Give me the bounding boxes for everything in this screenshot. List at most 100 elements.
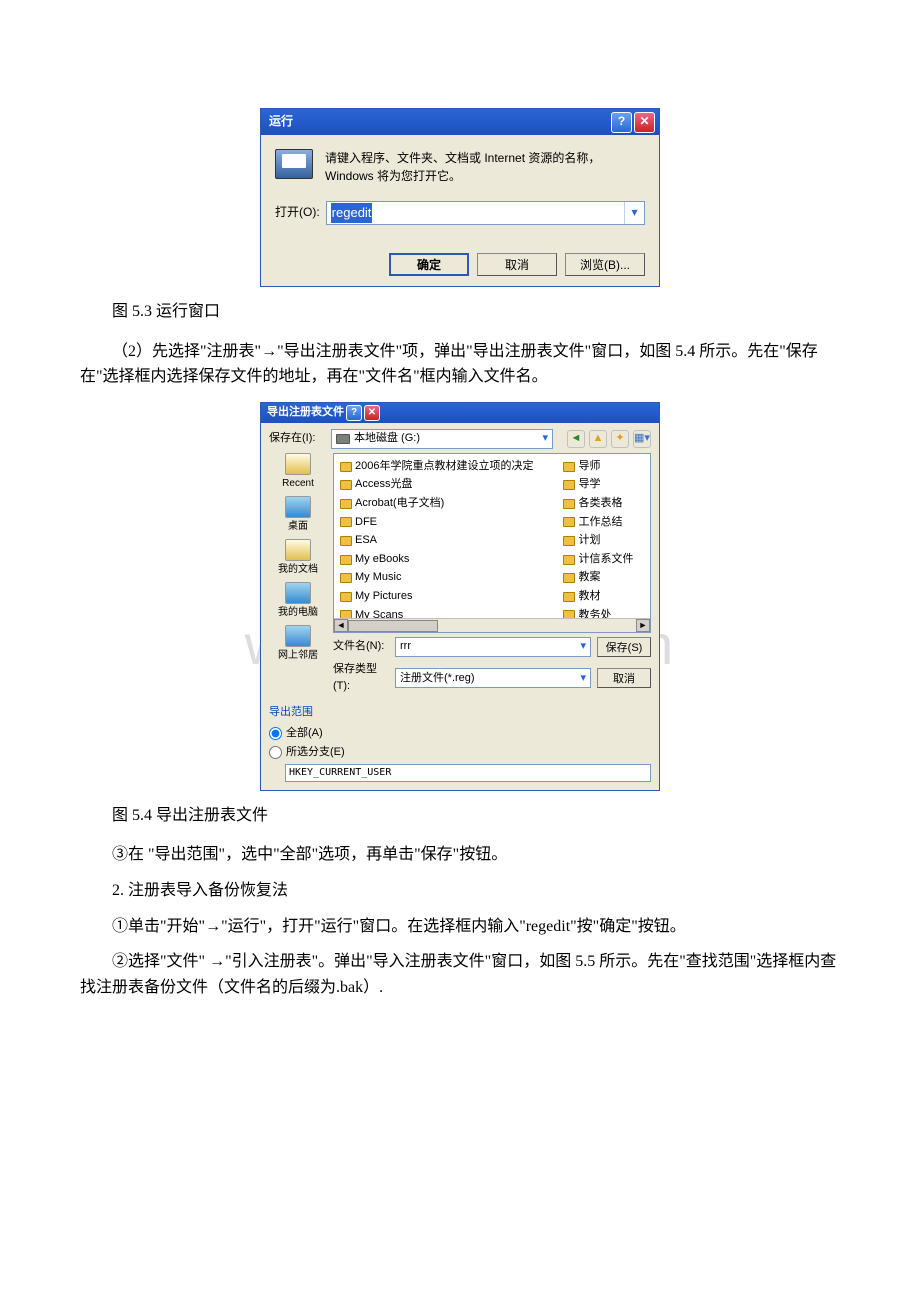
list-item[interactable]: 计划 bbox=[563, 532, 651, 550]
range-all-radio[interactable] bbox=[269, 727, 282, 740]
open-combobox[interactable]: regedit ▾ bbox=[326, 201, 645, 225]
filename-label: 文件名(N): bbox=[333, 638, 389, 656]
list-item[interactable]: 2006年学院重点教材建设立项的决定 bbox=[340, 458, 533, 476]
list-item[interactable]: 计信系文件 bbox=[563, 551, 651, 569]
list-item[interactable]: 导师 bbox=[563, 458, 651, 476]
open-input[interactable]: regedit bbox=[327, 202, 624, 224]
export-range-group: 导出范围 全部(A) 所选分支(E) bbox=[269, 704, 651, 782]
folder-name: 教案 bbox=[578, 569, 600, 587]
save-in-combobox[interactable]: 本地磁盘 (G:) ▾ bbox=[331, 429, 553, 449]
folder-icon bbox=[340, 536, 352, 546]
filename-input[interactable]: rrr ▾ bbox=[395, 637, 591, 657]
folder-icon bbox=[340, 480, 352, 490]
drive-icon bbox=[336, 434, 350, 444]
folder-icon bbox=[340, 462, 352, 472]
run-description: 请键入程序、文件夹、文档或 Internet 资源的名称，Windows 将为您… bbox=[325, 149, 645, 185]
folder-name: 导学 bbox=[578, 476, 600, 494]
place-mycomputer[interactable]: 我的电脑 bbox=[278, 582, 318, 621]
list-item[interactable]: 教案 bbox=[563, 569, 651, 587]
ok-button[interactable]: 确定 bbox=[389, 253, 469, 276]
close-button[interactable]: ✕ bbox=[634, 112, 655, 133]
help-button[interactable]: ? bbox=[611, 112, 632, 133]
export-registry-dialog: 导出注册表文件 ? ✕ 保存在(I): 本地磁盘 (G:) ▾ ◄ ▲ bbox=[260, 402, 660, 791]
folder-icon bbox=[340, 555, 352, 565]
scroll-left-button[interactable]: ◄ bbox=[334, 619, 348, 632]
folder-name: 计信系文件 bbox=[578, 551, 633, 569]
folder-name: Access光盘 bbox=[355, 476, 412, 494]
list-item[interactable]: My Music bbox=[340, 569, 533, 587]
save-button[interactable]: 保存(S) bbox=[597, 637, 651, 657]
folder-icon bbox=[340, 499, 352, 509]
network-icon bbox=[285, 625, 311, 647]
horizontal-scrollbar[interactable]: ◄ ► bbox=[334, 618, 650, 632]
list-item[interactable]: 导学 bbox=[563, 476, 651, 494]
list-item[interactable]: 工作总结 bbox=[563, 514, 651, 532]
folder-icon bbox=[563, 462, 575, 472]
range-branch-label: 所选分支(E) bbox=[286, 744, 345, 762]
views-icon[interactable]: ▦▾ bbox=[633, 430, 651, 448]
figure-caption-5-3: 图 5.3 运行窗口 bbox=[80, 299, 840, 325]
folder-icon bbox=[340, 573, 352, 583]
list-item[interactable]: My eBooks bbox=[340, 551, 533, 569]
browse-button[interactable]: 浏览(B)... bbox=[565, 253, 645, 276]
folder-icon bbox=[563, 536, 575, 546]
folder-icon bbox=[340, 517, 352, 527]
branch-path-input[interactable] bbox=[285, 764, 651, 782]
save-in-value: 本地磁盘 (G:) bbox=[354, 430, 420, 448]
folder-icon bbox=[563, 592, 575, 602]
folder-icon bbox=[563, 480, 575, 490]
range-branch-radio[interactable] bbox=[269, 746, 282, 759]
folder-name: ESA bbox=[355, 532, 377, 550]
folder-name: 导师 bbox=[578, 458, 600, 476]
filetype-combobox[interactable]: 注册文件(*.reg) ▾ bbox=[395, 668, 591, 688]
folder-icon bbox=[563, 499, 575, 509]
chevron-down-icon[interactable]: ▾ bbox=[580, 670, 586, 688]
export-titlebar[interactable]: 导出注册表文件 ? ✕ bbox=[261, 403, 659, 423]
list-item[interactable]: DFE bbox=[340, 514, 533, 532]
range-all-label: 全部(A) bbox=[286, 725, 323, 743]
list-item[interactable]: Access光盘 bbox=[340, 476, 533, 494]
paragraph-step-1b: ①单击"开始"→"运行"，打开"运行"窗口。在选择框内输入"regedit"按"… bbox=[80, 914, 840, 940]
filetype-label: 保存类型(T): bbox=[333, 661, 389, 696]
chevron-down-icon[interactable]: ▾ bbox=[580, 638, 586, 656]
list-item[interactable]: 各类表格 bbox=[563, 495, 651, 513]
place-label: 我的文档 bbox=[278, 562, 318, 578]
run-titlebar[interactable]: 运行 ? ✕ bbox=[261, 109, 659, 135]
place-mydocs[interactable]: 我的文档 bbox=[278, 539, 318, 578]
place-label: 我的电脑 bbox=[278, 605, 318, 621]
filename-value: rrr bbox=[400, 638, 411, 656]
scroll-right-button[interactable]: ► bbox=[636, 619, 650, 632]
open-label: 打开(O): bbox=[275, 203, 320, 222]
place-network[interactable]: 网上邻居 bbox=[278, 625, 318, 664]
cancel-button[interactable]: 取消 bbox=[597, 668, 651, 688]
folder-name: DFE bbox=[355, 514, 377, 532]
folder-icon bbox=[563, 573, 575, 583]
folder-icon bbox=[340, 592, 352, 602]
close-button[interactable]: ✕ bbox=[364, 405, 380, 421]
list-item[interactable]: 教材 bbox=[563, 588, 651, 606]
cancel-button[interactable]: 取消 bbox=[477, 253, 557, 276]
scroll-thumb[interactable] bbox=[348, 620, 438, 632]
folder-icon bbox=[285, 453, 311, 475]
list-item[interactable]: My Pictures bbox=[340, 588, 533, 606]
run-dialog: 运行 ? ✕ 请键入程序、文件夹、文档或 Internet 资源的名称，Wind… bbox=[260, 108, 660, 287]
chevron-down-icon[interactable]: ▾ bbox=[624, 202, 644, 224]
help-button[interactable]: ? bbox=[346, 405, 362, 421]
chevron-down-icon[interactable]: ▾ bbox=[542, 430, 548, 448]
back-icon[interactable]: ◄ bbox=[567, 430, 585, 448]
list-item[interactable]: ESA bbox=[340, 532, 533, 550]
paragraph-step-2: （2）先选择"注册表"→"导出注册表文件"项，弹出"导出注册表文件"窗口，如图 … bbox=[80, 339, 840, 390]
place-desktop[interactable]: 桌面 bbox=[285, 496, 311, 535]
file-list[interactable]: 2006年学院重点教材建设立项的决定Access光盘Acrobat(电子文档)D… bbox=[333, 453, 651, 633]
places-bar: Recent 桌面 我的文档 我的电脑 bbox=[269, 453, 327, 664]
list-item[interactable]: Acrobat(电子文档) bbox=[340, 495, 533, 513]
paragraph-step-2b: ②选择"文件" →"引入注册表"。弹出"导入注册表文件"窗口，如图 5.5 所示… bbox=[80, 949, 840, 1000]
new-folder-icon[interactable]: ✦ bbox=[611, 430, 629, 448]
up-folder-icon[interactable]: ▲ bbox=[589, 430, 607, 448]
place-recent[interactable]: Recent bbox=[282, 453, 314, 492]
figure-caption-5-4: 图 5.4 导出注册表文件 bbox=[80, 803, 840, 829]
folder-icon bbox=[285, 539, 311, 561]
place-label: Recent bbox=[282, 476, 314, 492]
run-icon bbox=[275, 149, 313, 179]
folder-icon bbox=[563, 555, 575, 565]
